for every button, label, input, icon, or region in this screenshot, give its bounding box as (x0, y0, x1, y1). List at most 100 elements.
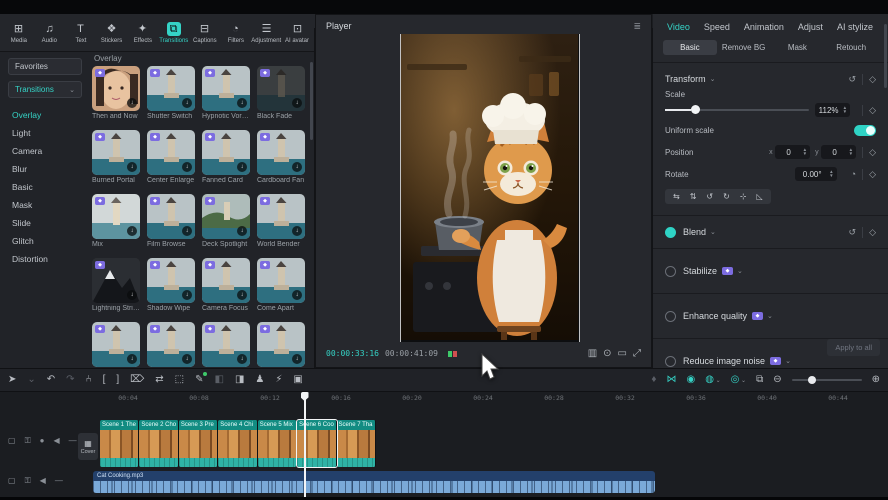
keyframe-icon[interactable]: ◇ (862, 74, 876, 85)
clip-scene-7-tha[interactable]: Scene 7 Tha (337, 420, 376, 467)
position-x-box[interactable]: 0 ▲▼ (775, 145, 810, 159)
redo-icon[interactable]: ↷ (66, 375, 74, 385)
transition-thumbnail[interactable]: ◆↓ (202, 322, 250, 367)
keyframe-pair-icon[interactable]: ◉ (686, 375, 695, 385)
category-dropdown[interactable]: Transitions ⌄ (8, 81, 82, 98)
toolbar-item-filters[interactable]: ◔Filters (221, 22, 250, 44)
split-icon[interactable]: ⑃ (86, 375, 92, 385)
zoom-out-icon[interactable]: ⊖ (773, 375, 781, 385)
rotate-left-icon[interactable]: ↺ (706, 192, 713, 201)
toolbar-item-effects[interactable]: ✦Effects (128, 22, 157, 44)
transition-thumbnail[interactable]: ◆↓ (257, 194, 305, 239)
transition-thumbnail[interactable]: ◆↓ (257, 66, 305, 111)
tab-speed[interactable]: Speed (704, 22, 730, 32)
display-icon[interactable]: ▣ (293, 375, 302, 385)
clip-scene-4-chi[interactable]: Scene 4 Chi (218, 420, 257, 467)
transition-thumbnail[interactable]: ◆↓ (92, 66, 140, 111)
level-icon[interactable]: ◺ (757, 192, 763, 201)
keyframe-icon[interactable]: ◇ (862, 169, 876, 180)
toolbar-item-transitions[interactable]: ⧉Transitions (159, 22, 188, 44)
transition-thumbnail[interactable]: ◆↓ (202, 66, 250, 111)
track-options-icon[interactable]: ▢ (8, 437, 16, 445)
sidebar-item-distortion[interactable]: Distortion (0, 250, 88, 268)
section-checkbox[interactable] (665, 266, 676, 277)
mute-track-icon[interactable]: ◀ (54, 437, 60, 445)
transition-thumbnail[interactable]: ◆↓ (147, 66, 195, 111)
rotate-dial-icon[interactable]: ◔ (851, 169, 856, 179)
fullscreen-icon[interactable]: ⤢ (633, 348, 641, 359)
tab-video[interactable]: Video (667, 22, 690, 32)
sidebar-item-light[interactable]: Light (0, 124, 88, 142)
chevron-down-icon[interactable]: ⌄ (710, 75, 716, 83)
toolbar-item-captions[interactable]: ⊟Captions (190, 22, 219, 44)
smart-edit-icon[interactable]: ◎ ⌄ (731, 375, 746, 385)
align-center-icon[interactable]: ⊹ (740, 192, 747, 201)
rotate-stepper[interactable]: ▲▼ (829, 170, 833, 178)
rotate-right-icon[interactable]: ↻ (723, 192, 730, 201)
keyframe-icon[interactable]: ◇ (862, 105, 876, 116)
ratio-icon[interactable]: ▥ (588, 348, 597, 359)
mute-track-icon[interactable]: ◀ (40, 477, 46, 485)
subtab-retouch[interactable]: Retouch (824, 40, 878, 55)
ai-tools-icon[interactable]: ✎ (195, 375, 203, 385)
apply-to-all-button[interactable]: Apply to all (827, 339, 880, 356)
toolbar-item-ai-avatar[interactable]: ⊡AI avatar (283, 22, 312, 44)
keyframe-icon[interactable]: ◇ (862, 147, 876, 158)
transition-thumbnail[interactable]: ◆↓ (92, 130, 140, 175)
subtab-mask[interactable]: Mask (771, 40, 825, 55)
tab-adjust[interactable]: Adjust (798, 22, 823, 32)
timeline-zoom-slider[interactable] (792, 379, 862, 381)
transition-thumbnail[interactable]: ◆↓ (257, 130, 305, 175)
fit-icon[interactable]: ⊙ (603, 348, 611, 359)
sidebar-item-mask[interactable]: Mask (0, 196, 88, 214)
auto-cut-icon[interactable]: ◍ ⌄ (705, 375, 720, 385)
scale-slider-knob[interactable] (691, 105, 700, 114)
blend-checkbox[interactable] (665, 227, 676, 238)
zoom-slider-knob[interactable] (808, 376, 816, 384)
section-checkbox[interactable] (665, 311, 676, 322)
select-dropdown-icon[interactable]: ⌄ (27, 375, 35, 385)
sidebar-item-blur[interactable]: Blur (0, 160, 88, 178)
scale-stepper[interactable]: ▲▼ (843, 106, 847, 114)
audio-clip[interactable]: Cat Cooking.mp3 (93, 471, 655, 493)
toolbar-item-stickers[interactable]: ❖Stickers (97, 22, 126, 44)
player-menu-icon[interactable]: ≣ (633, 21, 641, 32)
hide-track-icon[interactable]: ● (40, 437, 45, 445)
preview-panel-icon[interactable]: ⧉ (756, 375, 763, 385)
section-checkbox[interactable] (665, 356, 676, 367)
track-options-icon[interactable]: ▢ (8, 477, 16, 485)
chevron-down-icon[interactable]: ⌄ (737, 267, 743, 275)
clip-scene-1-the[interactable]: Scene 1 The (100, 420, 139, 467)
collapse-icon[interactable]: — (69, 437, 77, 445)
trim-left-icon[interactable]: [ (103, 375, 106, 385)
scale-slider[interactable] (665, 109, 809, 111)
transition-thumbnail[interactable]: ◆↓ (257, 258, 305, 303)
favorites-button[interactable]: Favorites (8, 58, 82, 75)
uniform-scale-toggle[interactable] (854, 125, 876, 136)
transition-thumbnail[interactable]: ◆↓ (147, 322, 195, 367)
tab-animation[interactable]: Animation (744, 22, 784, 32)
clip-scene-5-mix[interactable]: Scene 5 Mix (258, 420, 297, 467)
chevron-down-icon[interactable]: ⌄ (767, 312, 773, 320)
keyframe-icon[interactable]: ◇ (862, 227, 876, 238)
toolbar-item-media[interactable]: ⊞Media (4, 22, 33, 44)
collapse-icon[interactable]: — (55, 477, 63, 485)
transition-thumbnail[interactable]: ◆↓ (92, 194, 140, 239)
mic-icon[interactable]: ♦ (651, 375, 656, 385)
transition-thumbnail[interactable]: ◆↓ (147, 194, 195, 239)
undo-icon[interactable]: ↶ (47, 375, 55, 385)
scale-value-box[interactable]: 112% ▲▼ (815, 103, 850, 117)
tab-ai-stylize[interactable]: AI stylize (837, 22, 873, 32)
flip-vertical-icon[interactable]: ⇅ (690, 192, 697, 201)
sidebar-item-overlay[interactable]: Overlay (0, 106, 88, 124)
crop-icon[interactable]: ⬚ (175, 375, 184, 385)
sidebar-item-slide[interactable]: Slide (0, 214, 88, 232)
figure-icon[interactable]: ♟ (255, 375, 264, 385)
position-x-stepper[interactable]: ▲▼ (803, 148, 807, 156)
transition-thumbnail[interactable]: ◆↓ (147, 258, 195, 303)
transition-thumbnail[interactable]: ◆↓ (92, 258, 140, 303)
toolbar-item-text[interactable]: TText (66, 22, 95, 44)
flip-horizontal-icon[interactable]: ⇆ (673, 192, 680, 201)
mirror-icon[interactable]: ⇄ (155, 375, 163, 385)
reset-icon[interactable]: ↺ (849, 227, 857, 238)
